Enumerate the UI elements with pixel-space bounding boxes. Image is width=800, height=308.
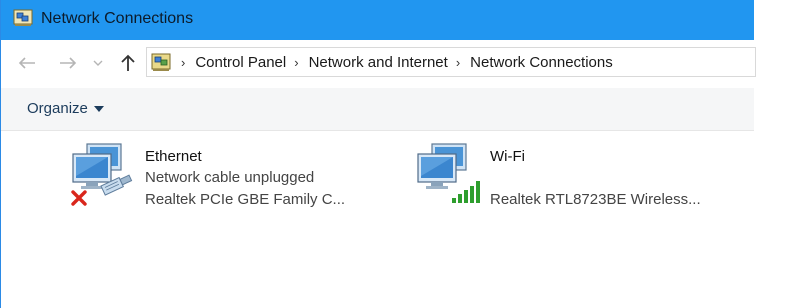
breadcrumb-control-panel[interactable]: Control Panel (195, 54, 286, 71)
dropdown-caret-icon (93, 105, 104, 112)
up-arrow-icon (121, 54, 135, 71)
breadcrumb-separator[interactable]: › (456, 55, 460, 70)
forward-arrow-icon (60, 57, 77, 69)
breadcrumb-network-connections[interactable]: Network Connections (470, 54, 613, 71)
network-folder-icon (13, 9, 33, 26)
breadcrumb-network-and-internet[interactable]: Network and Internet (309, 54, 448, 71)
wifi-signal-icon (417, 143, 480, 203)
command-toolbar: Organize (1, 88, 754, 131)
connection-status (490, 167, 701, 189)
control-panel-icon (151, 53, 171, 71)
breadcrumb: › Control Panel › Network and Internet ›… (177, 54, 613, 71)
connection-adapter: Realtek RTL8723BE Wireless... (490, 191, 701, 208)
connection-name: Ethernet (145, 148, 202, 165)
up-button[interactable] (117, 52, 139, 74)
back-arrow-icon (18, 57, 35, 69)
title-bar: Network Connections (1, 0, 754, 40)
connection-details: Wi-Fi Realtek RTL8723BE Wireless... (490, 146, 701, 211)
organize-label: Organize (27, 100, 88, 117)
breadcrumb-separator[interactable]: › (181, 55, 185, 70)
ethernet-disconnected-icon (71, 143, 133, 206)
breadcrumb-separator[interactable]: › (294, 55, 298, 70)
connection-details: Ethernet Network cable unplugged Realtek… (145, 146, 345, 211)
back-button[interactable] (16, 52, 38, 74)
connection-adapter: Realtek PCIe GBE Family C... (145, 191, 346, 208)
organize-button[interactable]: Organize (27, 100, 104, 117)
forward-button[interactable] (57, 52, 79, 74)
chevron-down-icon (93, 60, 103, 66)
connection-status: Network cable unplugged (145, 169, 315, 186)
network-connections-window: Network Connections › Control Panel › Ne… (0, 0, 756, 308)
connection-name: Wi-Fi (490, 148, 525, 165)
address-bar[interactable]: › Control Panel › Network and Internet ›… (146, 47, 756, 77)
window-title: Network Connections (41, 10, 194, 27)
recent-locations-button[interactable] (90, 52, 106, 74)
